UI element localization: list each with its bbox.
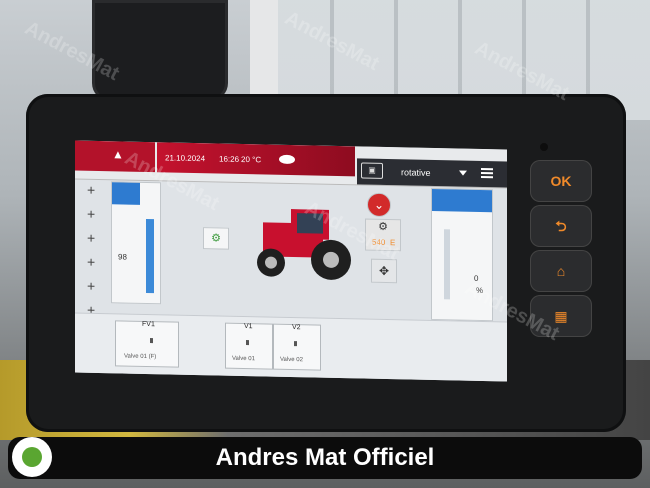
status-temperature: 20 °C bbox=[241, 154, 262, 165]
chevron-down-icon[interactable] bbox=[459, 170, 467, 176]
status-date: 21.10.2024 bbox=[165, 153, 206, 164]
ok-button[interactable]: OK bbox=[530, 160, 592, 202]
drive-mode-button[interactable]: ⚙ bbox=[203, 227, 229, 250]
valve-name: FV1 bbox=[142, 320, 155, 329]
channel-logo-icon bbox=[12, 437, 52, 477]
mirror bbox=[92, 0, 228, 101]
valve-card[interactable]: V2 Valve 02 bbox=[273, 323, 321, 371]
valve-sub: Valve 01 (F) bbox=[124, 353, 157, 361]
add-icon[interactable]: + bbox=[87, 278, 99, 294]
back-button[interactable]: ⮌ bbox=[530, 205, 592, 247]
valve-sub: Valve 02 bbox=[280, 356, 303, 364]
home-button[interactable]: ⌂ bbox=[530, 250, 592, 292]
status-time: 16:26 bbox=[219, 154, 240, 164]
add-icon[interactable]: + bbox=[87, 182, 99, 198]
valve-indicator bbox=[246, 340, 249, 346]
valve-card[interactable]: V1 Valve 01 bbox=[225, 322, 273, 370]
left-gauge-value: 98 bbox=[118, 252, 127, 262]
banner-title: Andres Mat Officiel bbox=[215, 444, 435, 471]
menu-icon[interactable] bbox=[481, 167, 493, 179]
ok-label: OK bbox=[550, 173, 572, 189]
add-icon[interactable]: + bbox=[87, 230, 99, 246]
valve-indicator bbox=[294, 341, 297, 347]
valve-sub: Valve 01 bbox=[232, 355, 255, 363]
home-icon: ⌂ bbox=[556, 263, 566, 279]
left-gauge-panel[interactable]: 98 bbox=[111, 181, 161, 305]
status-bar: 21.10.2024 16:26 20 °C bbox=[157, 142, 355, 177]
hitch-button[interactable]: ⌄ bbox=[367, 192, 391, 218]
right-gauge-icon bbox=[432, 188, 492, 213]
valve-card[interactable]: FV1 Valve 01 (F) bbox=[115, 320, 179, 368]
valve-name: V2 bbox=[292, 324, 301, 332]
add-icon[interactable]: + bbox=[87, 206, 99, 222]
left-gauge-bar bbox=[146, 218, 154, 294]
back-icon: ⮌ bbox=[555, 218, 567, 234]
add-icon[interactable]: + bbox=[87, 254, 99, 270]
mode-select-value[interactable]: rotative bbox=[401, 159, 431, 186]
camera-view-button[interactable]: ▣ bbox=[361, 162, 383, 179]
valve-bar: FV1 Valve 01 (F) V1 Valve 01 V2 Valve 02 bbox=[75, 312, 507, 382]
weather-icon bbox=[279, 154, 295, 165]
right-gauge-bar bbox=[444, 229, 450, 300]
front-camera bbox=[540, 143, 548, 151]
valve-name: V1 bbox=[244, 323, 253, 331]
valve-indicator bbox=[150, 338, 153, 344]
bottom-banner: Andres Mat Officiel bbox=[8, 437, 642, 479]
left-gauge-icon bbox=[112, 182, 140, 205]
